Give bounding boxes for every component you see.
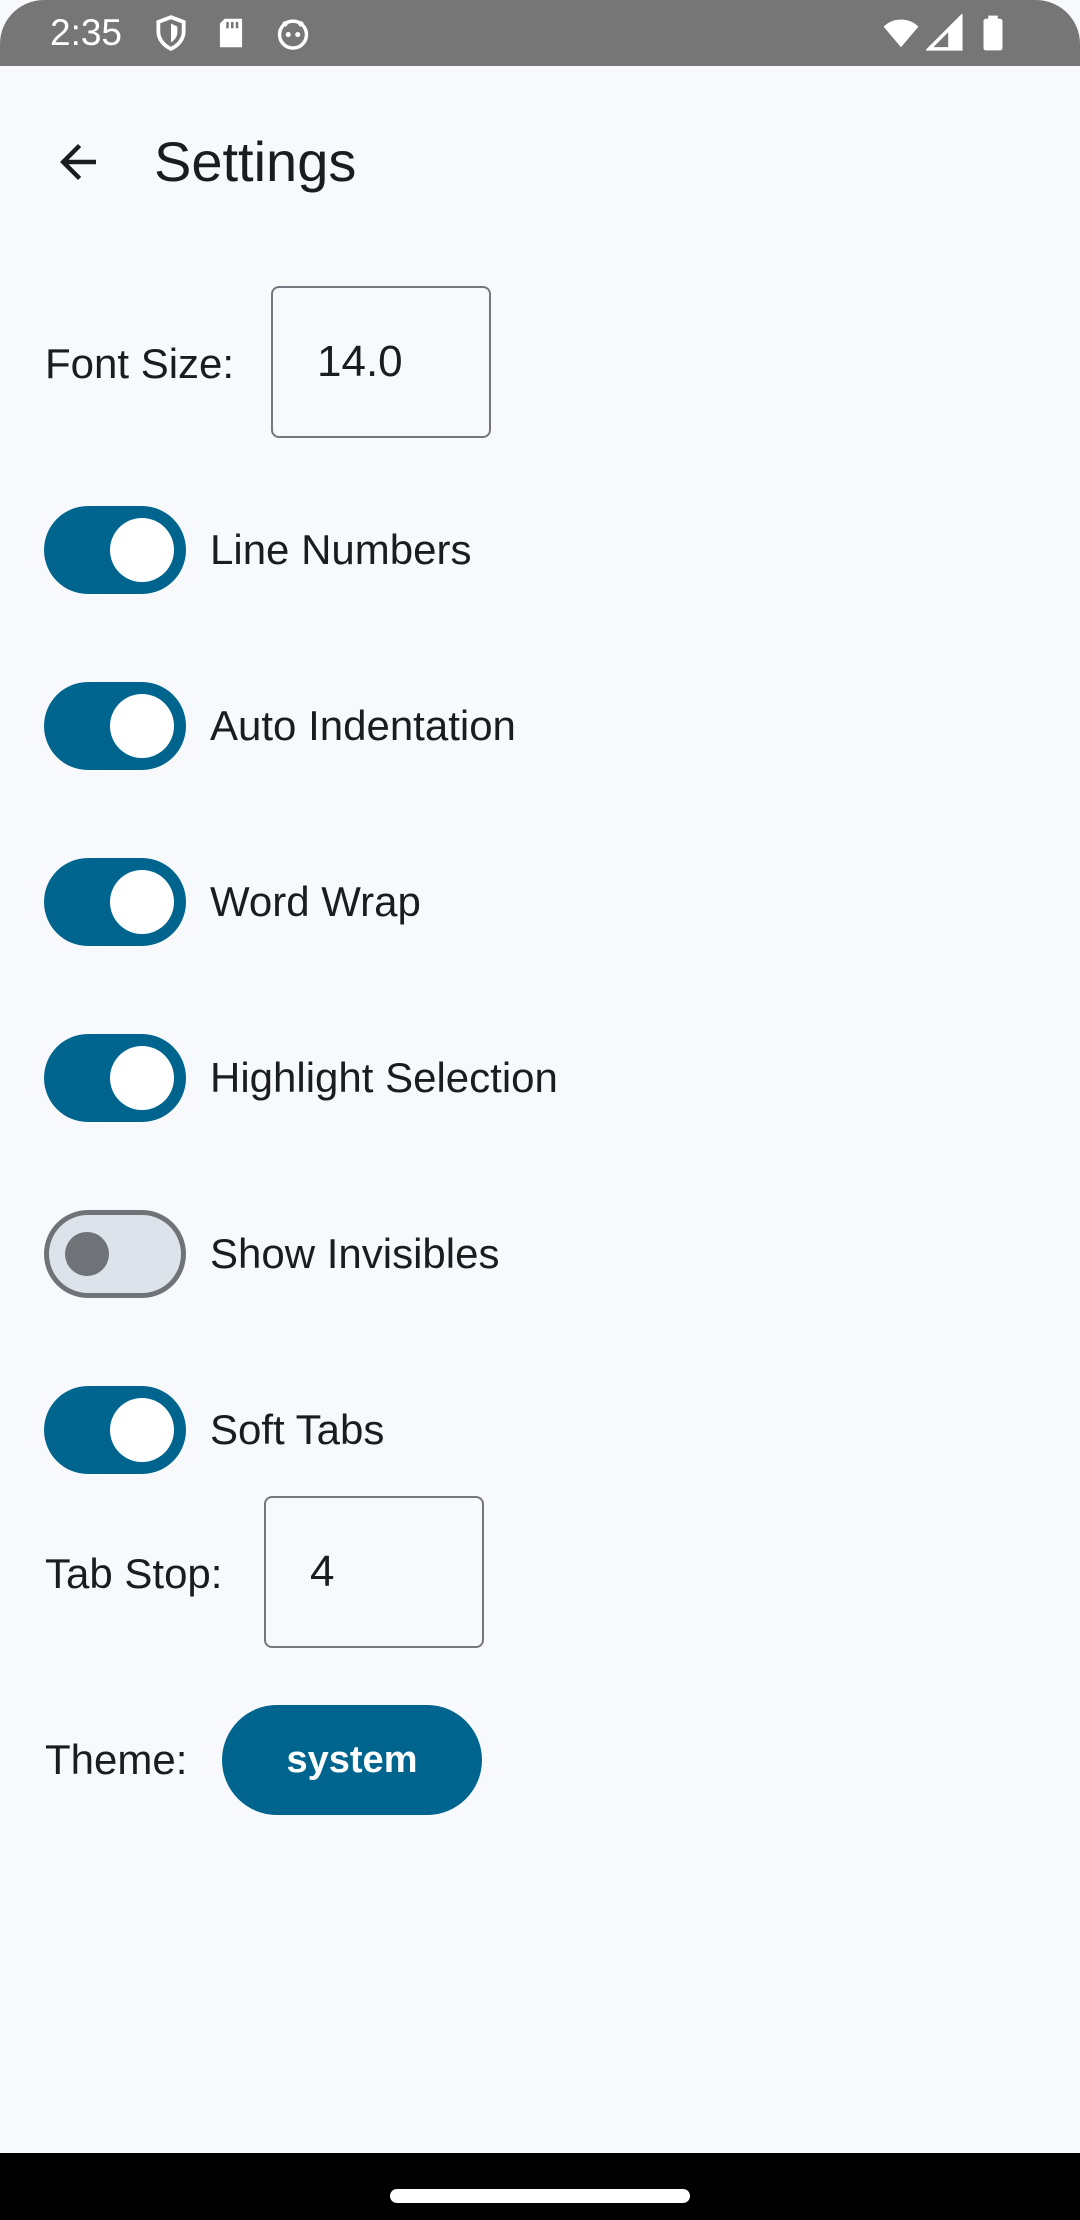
- word-wrap-switch[interactable]: [44, 858, 186, 946]
- app-bar: Settings: [0, 66, 1080, 246]
- toggle-row-soft-tabs[interactable]: Soft Tabs: [44, 1386, 944, 1474]
- switch-thumb: [110, 518, 174, 582]
- settings-screen: 2:35 Settings Font Size: 14.0 Line Numbe…: [0, 0, 1080, 2220]
- line-numbers-switch[interactable]: [44, 506, 186, 594]
- wifi-icon: [882, 14, 920, 52]
- show-invisibles-label: Show Invisibles: [210, 1230, 500, 1277]
- toggle-row-line-numbers[interactable]: Line Numbers: [44, 506, 944, 594]
- toggle-row-highlight-selection[interactable]: Highlight Selection: [44, 1034, 944, 1122]
- switch-thumb: [110, 870, 174, 934]
- highlight-selection-label: Highlight Selection: [210, 1054, 558, 1101]
- line-numbers-label: Line Numbers: [210, 526, 472, 573]
- auto-indentation-label: Auto Indentation: [210, 702, 516, 749]
- arrow-back-icon: [60, 144, 96, 180]
- sd-card-icon: [212, 14, 250, 52]
- font-size-input[interactable]: [271, 286, 491, 438]
- word-wrap-label: Word Wrap: [210, 878, 421, 925]
- toggle-row-word-wrap[interactable]: Word Wrap: [44, 858, 944, 946]
- shield-icon: [152, 14, 190, 52]
- font-size-label: Font Size:: [45, 340, 235, 387]
- home-handle[interactable]: [390, 2189, 690, 2203]
- navigation-bar: [0, 2153, 1080, 2220]
- theme-button[interactable]: system: [222, 1705, 482, 1815]
- auto-indentation-switch[interactable]: [44, 682, 186, 770]
- cell-signal-icon: [926, 14, 964, 52]
- switch-thumb: [110, 694, 174, 758]
- highlight-selection-switch[interactable]: [44, 1034, 186, 1122]
- status-time: 2:35: [50, 12, 123, 53]
- show-invisibles-switch[interactable]: [44, 1210, 186, 1298]
- soft-tabs-label: Soft Tabs: [210, 1406, 385, 1453]
- toggle-row-auto-indentation[interactable]: Auto Indentation: [44, 682, 944, 770]
- tab-stop-label: Tab Stop:: [45, 1550, 223, 1597]
- android-debug-icon: [274, 14, 312, 52]
- soft-tabs-switch[interactable]: [44, 1386, 186, 1474]
- theme-label: Theme:: [45, 1736, 188, 1783]
- switch-thumb: [110, 1398, 174, 1462]
- status-bar: 2:35: [0, 0, 1080, 66]
- switch-thumb: [110, 1046, 174, 1110]
- toggle-row-show-invisibles[interactable]: Show Invisibles: [44, 1210, 944, 1298]
- back-button[interactable]: [38, 122, 118, 202]
- tab-stop-input[interactable]: [264, 1496, 484, 1648]
- page-title: Settings: [154, 130, 357, 193]
- switch-thumb: [65, 1232, 109, 1276]
- battery-icon: [974, 14, 1012, 52]
